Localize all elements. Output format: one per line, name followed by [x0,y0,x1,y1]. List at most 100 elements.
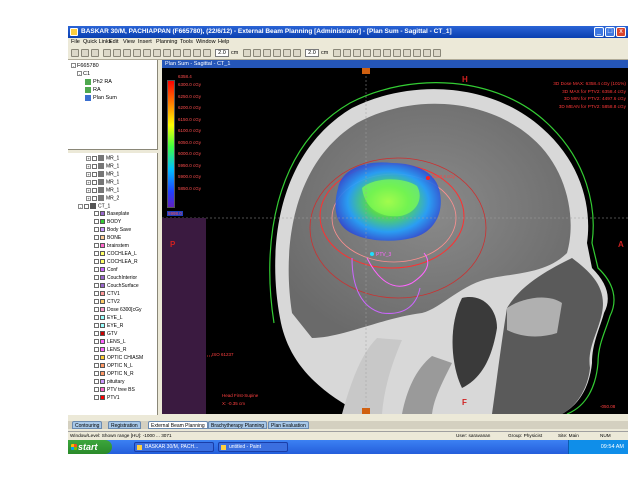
structure-item[interactable]: CTV1 [94,291,120,298]
fill-icon[interactable] [263,49,271,57]
sagittal-viewer[interactable]: 6358.4 6300.0 cGy 6250.0 cGy 6200.0 cGy … [162,68,628,414]
structure-item[interactable]: PTV1 [94,395,120,402]
structure-item[interactable]: LENS_R [94,347,126,354]
image-item[interactable]: + MR_1 [86,171,119,178]
maximize-button[interactable]: □ [605,27,615,37]
dose-stat-line: 3D Dose MAX: 6358.4 cGy (101%) [553,81,626,86]
structure-item[interactable]: OPTIC N_L [94,363,133,370]
boolean-icon[interactable] [393,49,401,57]
zoom-in-icon[interactable] [123,49,131,57]
structure-item[interactable]: BONE [94,235,121,242]
status-bar: Window/Level: Shown range [HU]: -1000 ..… [68,431,628,439]
patient-node[interactable]: - F665780 [71,62,99,70]
structure-item[interactable]: pituitary [94,379,125,386]
open-icon[interactable] [71,49,79,57]
structure-item[interactable]: COCHLEA_L [94,251,137,258]
taskbar-item-paint[interactable]: untitled - Paint [218,442,288,452]
structure-item[interactable]: brainstem [94,243,129,250]
copy-icon[interactable] [343,49,351,57]
plan-node-ra[interactable]: RA [85,86,101,94]
image-item[interactable]: + MR_1 [86,179,119,186]
structure-item[interactable]: COCHLEA_R [94,259,138,266]
minimize-button[interactable]: _ [594,27,604,37]
tab-external-beam-planning[interactable]: External Beam Planning [148,421,208,429]
isocenter-icon[interactable] [423,49,431,57]
zoom-out-icon[interactable] [133,49,141,57]
menu-help[interactable]: Help [218,38,229,47]
start-button[interactable]: start [68,440,112,454]
grid-icon[interactable] [163,49,171,57]
contour-icon[interactable] [273,49,281,57]
plan-node-ph2-ra[interactable]: Ph2 RA [85,78,112,86]
structure-item[interactable]: OPTIC CHIASM [94,355,143,362]
menu-quick-links[interactable]: Quick Links [83,38,111,47]
menu-tools[interactable]: Tools [180,38,193,47]
undo-icon[interactable] [363,49,371,57]
structure-color-swatch [100,379,105,385]
structure-item[interactable]: CouchSurface [94,283,139,290]
structure-item[interactable]: CouchInterior [94,275,137,282]
beam-icon[interactable] [413,49,421,57]
structure-item[interactable]: OPTIC N_R [94,371,134,378]
structure-item[interactable]: LENS_L [94,339,126,346]
close-button[interactable]: x [616,27,626,37]
window-title: BASKAR 30/M, PACHIAPPAN (F665780), (22/6… [81,28,452,35]
brush-size-input[interactable]: 2.0 [305,49,319,57]
structure-item[interactable]: Body Save [94,227,131,234]
structure-item[interactable]: PTV tree BS [94,387,135,394]
tab-contouring[interactable]: Contouring [72,421,103,429]
crosshair-icon[interactable] [173,49,181,57]
smooth-icon[interactable] [293,49,301,57]
taskbar-item-eclipse[interactable]: BASKAR 30/M, PACH... [134,442,214,452]
tab-registration[interactable]: Registration [108,421,141,429]
layout-icon[interactable] [193,49,201,57]
eraser-icon[interactable] [253,49,261,57]
image-item[interactable]: + MR_2 [86,195,119,202]
image-item[interactable]: + MR_1 [86,187,119,194]
structure-color-swatch [100,339,105,345]
plan-node-plan-sum[interactable]: Plan Sum [85,94,117,102]
menu-edit[interactable]: Edit [109,38,118,47]
brush-icon[interactable] [243,49,251,57]
cut-icon[interactable] [333,49,341,57]
select-icon[interactable] [103,49,111,57]
image-item[interactable]: + MR_1 [86,155,119,162]
ct-node[interactable]: - CT_1 [78,203,110,210]
print-icon[interactable] [91,49,99,57]
menu-insert[interactable]: Insert [138,38,152,47]
structure-item[interactable]: EYE_R [94,323,123,330]
pan-icon[interactable] [113,49,121,57]
image-item[interactable]: + MR_1 [86,163,119,170]
structure-item[interactable]: BODY [94,219,121,226]
marker-icon[interactable] [203,49,211,57]
structure-item[interactable]: Conf [94,267,118,274]
settings-icon[interactable] [433,49,441,57]
structure-item[interactable]: Dose 6300[cGy [94,307,141,314]
dose-icon[interactable] [403,49,411,57]
rotate-icon[interactable] [183,49,191,57]
measure-icon[interactable] [153,49,161,57]
structure-item[interactable]: CTV2 [94,299,120,306]
structure-color-swatch [100,283,105,289]
structure-item[interactable]: Baseplate [94,211,129,218]
structure-item[interactable]: GTV [94,331,117,338]
menu-view[interactable]: View [123,38,135,47]
course-node[interactable]: - C1 [77,70,90,78]
menu-window[interactable]: Window [196,38,216,47]
paste-icon[interactable] [353,49,361,57]
colorbar-labels: 6300.0 cGy 6250.0 cGy 6200.0 cGy 6150.0 … [178,82,206,197]
structure-item[interactable]: EYE_L [94,315,123,322]
collapse-icon[interactable]: - [77,71,82,77]
save-icon[interactable] [81,49,89,57]
menu-planning[interactable]: Planning [156,38,177,47]
tab-brachytherapy-planning[interactable]: Brachytherapy Planning [208,421,268,429]
margin-input[interactable]: 2.0 [215,49,229,57]
menu-file[interactable]: File [71,38,80,47]
redo-icon[interactable] [373,49,381,57]
delete-icon[interactable] [383,49,391,57]
tab-plan-evaluation[interactable]: Plan Evaluation [268,421,309,429]
window-level-icon[interactable] [143,49,151,57]
viewer-header: Plan Sum - Sagittal - CT_1 [162,60,628,68]
collapse-icon[interactable]: - [71,63,76,69]
interpolate-icon[interactable] [283,49,291,57]
